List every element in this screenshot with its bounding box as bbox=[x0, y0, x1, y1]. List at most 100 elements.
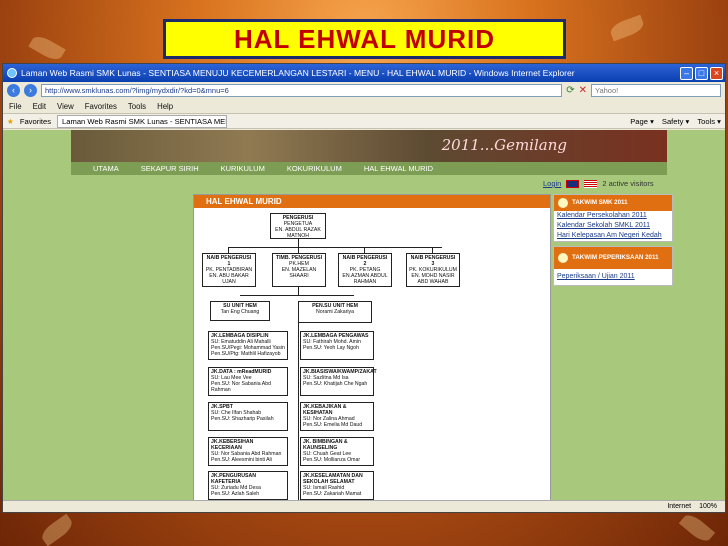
org-box-line: Pen.SU: Azlah Saleh bbox=[211, 491, 260, 497]
org-box-line: Pen.SU: Emelia Md Daud bbox=[303, 422, 363, 428]
refresh-icon[interactable]: ⟳ bbox=[566, 85, 574, 96]
content-panel: HAL EHWAL MURID PENGERUSI PENGETUA EN. ABD… bbox=[193, 194, 551, 502]
calendar-icon bbox=[558, 198, 568, 208]
org-box-line: Norami Zakariya bbox=[315, 309, 355, 315]
link-kalendar-persekolahan[interactable]: Kalendar Persekolahan 2011 bbox=[554, 211, 672, 221]
peperiksaan-title: TAKWIM PEPERIKSAAN 2011 bbox=[572, 253, 659, 261]
maximize-icon[interactable]: □ bbox=[695, 66, 708, 80]
calendar-icon bbox=[558, 253, 568, 263]
nav-kokurikulum[interactable]: KOKURIKULUM bbox=[287, 164, 342, 173]
login-link[interactable]: Login bbox=[543, 179, 561, 188]
internet-zone: Internet bbox=[667, 503, 692, 510]
menu-help[interactable]: Help bbox=[157, 102, 173, 111]
right-sidebar: TAKWIM SMK 2011 Kalendar Persekolahan 20… bbox=[553, 194, 673, 502]
page-menu[interactable]: Page ▾ bbox=[630, 117, 654, 126]
org-box-line: EN. MAZELAN SHAARI bbox=[281, 267, 317, 279]
menu-edit[interactable]: Edit bbox=[33, 102, 46, 111]
org-box-heading: NAIB PENGERUSI 3 bbox=[410, 255, 456, 267]
link-peperiksaan[interactable]: Peperiksaan / Ujian 2011 bbox=[554, 269, 672, 285]
nav-hal-ehwal-murid[interactable]: HAL EHWAL MURID bbox=[364, 164, 433, 173]
browser-tab[interactable]: Laman Web Rasmi SMK Lunas - SENTIASA MEN… bbox=[57, 114, 228, 128]
search-input[interactable]: Yahoo! bbox=[591, 84, 721, 97]
org-box-heading: NAIB PENGERUSI 2 bbox=[342, 255, 388, 267]
menu-file[interactable]: File bbox=[9, 102, 22, 111]
favorites-button[interactable]: Favorites bbox=[20, 117, 51, 126]
org-box-heading: JK.KEBAJIKAN & KESIHATAN bbox=[303, 404, 347, 416]
org-committee-box: JK.KEBAJIKAN & KESIHATAN SU: Nor Zalina A… bbox=[300, 402, 374, 431]
org-committee-box: JK.LEMBAGA DISIPLIN SU: Ematuddin Ali Mah… bbox=[208, 331, 288, 360]
nav-utama[interactable]: UTAMA bbox=[93, 164, 119, 173]
address-bar: ‹ › http://www.smklunas.com/?limg/mydxdi… bbox=[3, 82, 725, 99]
org-pensu-box: PEN.SU UNIT HEM Norami Zakariya bbox=[298, 301, 372, 323]
banner-year: 2011...Gemilang bbox=[441, 136, 567, 154]
org-committee-box: JK.KESELAMATAN DAN SEKOLAH SELAMAT SU: Is… bbox=[300, 471, 374, 500]
org-connector bbox=[228, 247, 442, 248]
org-box-line: EN.AZMAN ABDUL RAHMAN bbox=[342, 273, 388, 285]
org-box-line: Pen.SU: Shazharip Pasilah bbox=[211, 416, 274, 422]
uk-flag-icon[interactable] bbox=[566, 179, 580, 188]
leaf-decoration bbox=[678, 510, 716, 546]
org-box-line: Pen.SU/Ptg: Mathlil Hafizayob bbox=[211, 351, 281, 357]
org-box-heading: JK.KESELAMATAN DAN SEKOLAH SELAMAT bbox=[303, 473, 363, 485]
slide-background: HAL EHWAL MURID Laman Web Rasmi SMK Luna… bbox=[0, 0, 728, 546]
browser-window: Laman Web Rasmi SMK Lunas - SENTIASA MEN… bbox=[2, 63, 726, 513]
minimize-icon[interactable]: – bbox=[680, 66, 693, 80]
site-banner: 2011...Gemilang bbox=[71, 130, 667, 162]
safety-menu[interactable]: Safety ▾ bbox=[662, 117, 689, 126]
menu-tools[interactable]: Tools bbox=[128, 102, 146, 111]
window-title: Laman Web Rasmi SMK Lunas - SENTIASA MEN… bbox=[21, 68, 575, 78]
org-box-line: Pen.SU: Nor Sabania Abd Rahman bbox=[211, 381, 271, 393]
slide-title-box: HAL EHWAL MURID bbox=[163, 19, 566, 59]
nav-sekapur-sirih[interactable]: SEKAPUR SIRIH bbox=[141, 164, 199, 173]
org-connector bbox=[298, 287, 299, 295]
favorites-bar: ★ Favorites Laman Web Rasmi SMK Lunas - … bbox=[3, 113, 725, 129]
org-committee-box: JK.PENGURUSAN KAFETERIA SU: Zuriadu Md De… bbox=[208, 471, 288, 500]
org-box-line: EN. MOHD NASIR ABD WAHAB bbox=[411, 273, 455, 285]
nav-kurikulum[interactable]: KURIKULUM bbox=[221, 164, 265, 173]
malaysia-flag-icon[interactable] bbox=[584, 179, 598, 188]
web-page: 2011...Gemilang UTAMA SEKAPUR SIRIH KURI… bbox=[3, 130, 725, 502]
tools-menu[interactable]: Tools ▾ bbox=[697, 117, 721, 126]
link-hari-kelepasan[interactable]: Hari Kelepasan Am Negeri Kedah bbox=[554, 231, 672, 241]
org-connector bbox=[298, 323, 299, 502]
peperiksaan-panel: TAKWIM PEPERIKSAAN 2011 Peperiksaan / Uj… bbox=[553, 246, 673, 286]
takwim-title: TAKWIM SMK 2011 bbox=[572, 198, 628, 206]
org-committee-box: JK.LEMBAGA PENGAWAS SU: Fathirah Mohd. Am… bbox=[300, 331, 374, 360]
forward-icon[interactable]: › bbox=[24, 84, 37, 97]
org-committee-box: JK. BIMBINGAN & KAUNSELING SU: Chuah Geat… bbox=[300, 437, 374, 466]
takwim-panel: TAKWIM SMK 2011 Kalendar Persekolahan 20… bbox=[553, 194, 673, 242]
org-box-line: Pen.SU: Aleesmini binti Ali bbox=[211, 457, 272, 463]
org-box-heading: JK. BIMBINGAN & KAUNSELING bbox=[303, 439, 348, 451]
menu-favorites[interactable]: Favorites bbox=[85, 102, 117, 111]
org-box-heading: NAIB PENGERUSI 1 bbox=[206, 255, 252, 267]
leaf-decoration bbox=[38, 513, 76, 546]
login-row: Login 2 active visitors bbox=[543, 179, 654, 188]
content-title: HAL EHWAL MURID bbox=[194, 195, 550, 208]
org-deputy-box: NAIB PENGERUSI 1 PK. PENTADBIRAN EN. ABU B… bbox=[202, 253, 256, 287]
close-icon[interactable]: × bbox=[710, 66, 723, 80]
url-input[interactable]: http://www.smklunas.com/?limg/mydxdir/?k… bbox=[41, 84, 563, 97]
menu-view[interactable]: View bbox=[57, 102, 74, 111]
org-box-heading: JK.PENGURUSAN KAFETERIA bbox=[211, 473, 256, 485]
leaf-decoration bbox=[608, 14, 646, 42]
org-committee-box: JK.SPBT SU: Che Ilfan Shahab Pen.SU: Shazh… bbox=[208, 402, 288, 431]
stop-icon[interactable]: ✕ bbox=[579, 85, 587, 96]
back-icon[interactable]: ‹ bbox=[7, 84, 20, 97]
org-box-line: EN. ABDUL RAZAK MATNOH bbox=[275, 227, 321, 239]
org-box-line: EN. ABU BAKAR UJAN bbox=[209, 273, 249, 285]
favorites-star-icon[interactable]: ★ bbox=[7, 117, 14, 126]
visitor-count: 2 active visitors bbox=[602, 179, 654, 188]
org-box-line: Pen.SU: Zakariah Mamat bbox=[303, 491, 362, 497]
org-deputy-box: NAIB PENGERUSI 3 PK. KOKURIKULUM EN. MOHD … bbox=[406, 253, 460, 287]
org-box-line: Pen.SU: Yeoh Lay Ngoh bbox=[303, 345, 359, 351]
zoom-level[interactable]: 100% bbox=[699, 503, 717, 510]
org-connector bbox=[298, 239, 299, 247]
org-committee-box: JK.DATA : mReadMURID SU: Lau Mee Vee Pen.S… bbox=[208, 367, 288, 396]
org-top-box: PENGERUSI PENGETUA EN. ABDUL RAZAK MATNOH bbox=[270, 213, 326, 239]
org-box-line: Pen.SU: Mollianza Omar bbox=[303, 457, 361, 463]
slide-title: HAL EHWAL MURID bbox=[233, 23, 496, 54]
org-box-line: Tan Eng Chuang bbox=[220, 309, 260, 315]
link-kalendar-sekolah[interactable]: Kalendar Sekolah SMKL 2011 bbox=[554, 221, 672, 231]
site-nav: UTAMA SEKAPUR SIRIH KURIKULUM KOKURIKULU… bbox=[71, 162, 667, 175]
leaf-decoration bbox=[28, 32, 66, 64]
